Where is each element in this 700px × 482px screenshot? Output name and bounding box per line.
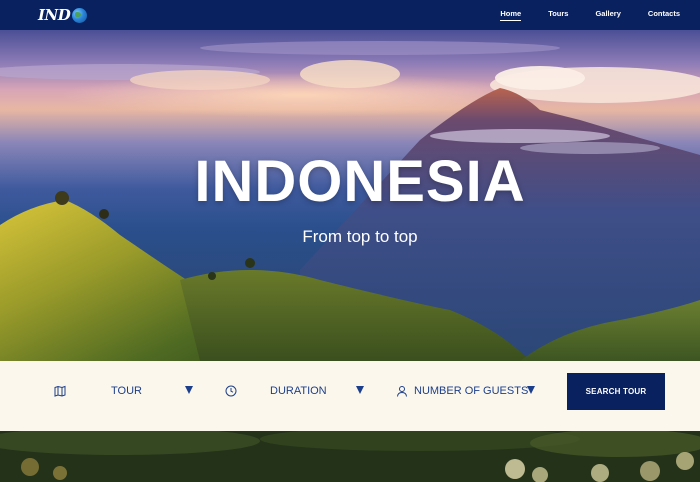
duration-select-label[interactable]: DURATION: [270, 385, 327, 397]
user-icon: [397, 386, 407, 397]
clock-icon: [225, 385, 237, 397]
top-nav: IND Home Tours Gallery Contacts: [0, 0, 700, 30]
search-tour-button[interactable]: SEARCH TOUR: [567, 373, 665, 410]
guests-chevron-down-icon[interactable]: [527, 386, 535, 394]
nav-link-tours[interactable]: Tours: [548, 9, 568, 21]
nav-link-home[interactable]: Home: [500, 9, 522, 21]
hero-section: INDONESIA From top to top: [0, 30, 700, 361]
duration-chevron-down-icon[interactable]: [356, 386, 364, 394]
main-menu: Home Tours Gallery Contacts: [473, 9, 680, 21]
map-icon: [54, 385, 66, 397]
tour-chevron-down-icon[interactable]: [185, 386, 193, 394]
nav-link-gallery[interactable]: Gallery: [595, 9, 620, 21]
nav-link-contacts[interactable]: Contacts: [648, 9, 680, 21]
guests-select-label[interactable]: NUMBER OF GUESTS: [414, 385, 528, 397]
globe-icon: [72, 7, 88, 23]
logo[interactable]: IND: [38, 6, 88, 24]
landscape-strip-image: [0, 431, 700, 482]
logo-text: IND: [38, 6, 71, 24]
tour-select-label[interactable]: TOUR: [111, 385, 142, 397]
tour-search-bar: TOUR DURATION NUMBER OF GUESTS SEARCH TO…: [0, 361, 700, 431]
hero-title: INDONESIA: [194, 149, 526, 214]
foliage-illustration: [0, 431, 700, 482]
hero-subtitle: From top to top: [302, 227, 418, 246]
